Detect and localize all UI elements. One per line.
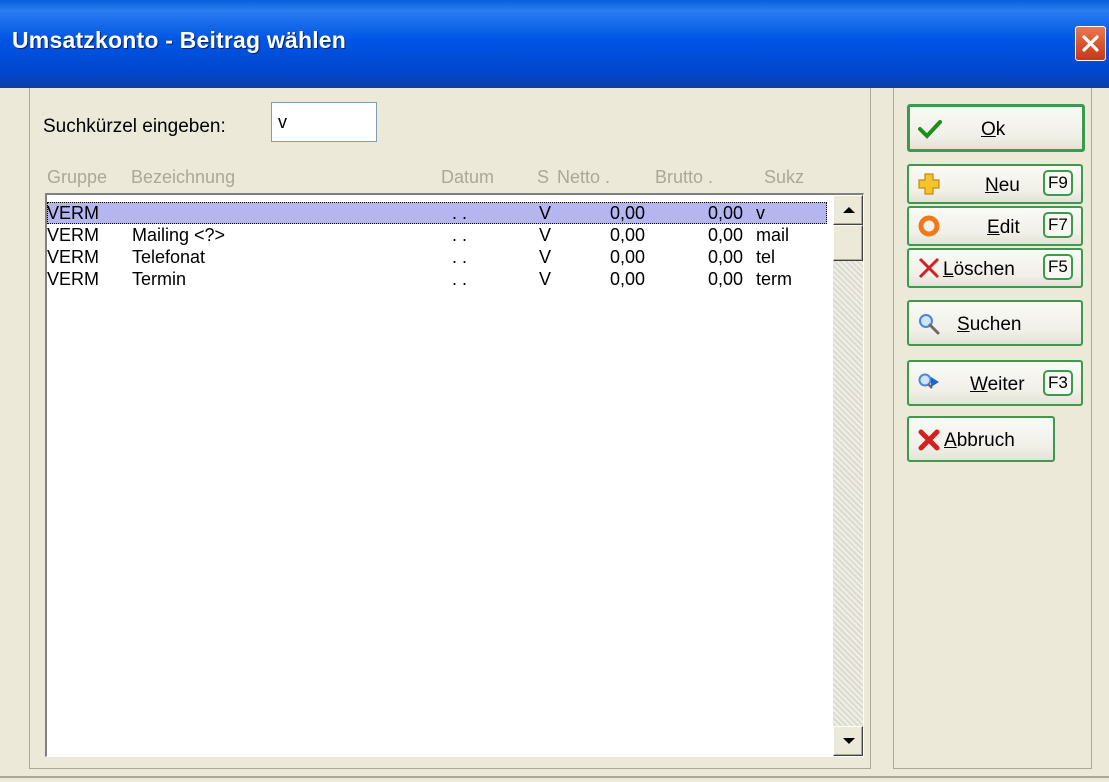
shortcut-f9: F9 bbox=[1043, 170, 1073, 196]
cell-datum: . . bbox=[452, 225, 468, 245]
scroll-up-button[interactable] bbox=[833, 195, 863, 225]
column-header-netto[interactable]: Netto . bbox=[557, 167, 610, 188]
weiter-button[interactable]: Weiter F3 bbox=[907, 360, 1083, 406]
abbruch-button[interactable]: Abbruch bbox=[907, 416, 1055, 462]
column-header-gruppe[interactable]: Gruppe bbox=[47, 167, 107, 188]
close-button[interactable] bbox=[1075, 26, 1106, 61]
ok-label: Ok bbox=[981, 119, 1006, 140]
shortcut-f7: F7 bbox=[1043, 212, 1073, 238]
cell-netto: 0,00 bbox=[610, 247, 646, 267]
arrow-down-icon bbox=[843, 738, 855, 744]
suchen-label: Suchen bbox=[957, 314, 1022, 335]
checkmark-icon bbox=[918, 120, 942, 139]
column-header-datum[interactable]: Datum bbox=[441, 167, 494, 188]
shortcut-f5: F5 bbox=[1043, 254, 1073, 280]
list-row[interactable]: VERM Termin . . V 0,00 0,00 term bbox=[47, 268, 827, 290]
cell-s: V bbox=[539, 247, 552, 267]
arrow-up-icon bbox=[843, 207, 855, 213]
delete-x-icon bbox=[918, 257, 940, 279]
cell-brutto: 0,00 bbox=[708, 225, 744, 245]
column-header-brutto[interactable]: Brutto . bbox=[655, 167, 713, 188]
list-scrollbar[interactable] bbox=[833, 195, 863, 756]
weiter-label: Weiter bbox=[970, 374, 1025, 395]
bottom-edge bbox=[0, 776, 1109, 778]
cell-sukz: v bbox=[756, 203, 765, 223]
list-row[interactable]: VERM Mailing <?> . . V 0,00 0,00 mail bbox=[47, 224, 827, 246]
ok-button[interactable]: Ok bbox=[907, 104, 1085, 152]
cell-brutto: 0,00 bbox=[708, 203, 744, 223]
cell-sukz: term bbox=[756, 269, 792, 289]
cell-brutto: 0,00 bbox=[708, 269, 744, 289]
list-row[interactable]: VERM . . V 0,00 0,00 v bbox=[47, 202, 827, 224]
search-label: Suchkürzel eingeben: bbox=[43, 116, 226, 137]
abbruch-label: Abbruch bbox=[944, 430, 1015, 451]
suchen-button[interactable]: Suchen bbox=[907, 300, 1083, 346]
cell-bezeichnung: Mailing <?> bbox=[132, 225, 226, 245]
dialog-window: Umsatzkonto - Beitrag wählen Suchkürzel … bbox=[0, 0, 1109, 782]
cell-s: V bbox=[539, 225, 552, 245]
edit-circle-icon bbox=[918, 215, 940, 237]
close-icon bbox=[1082, 35, 1099, 52]
cell-bezeichnung: Termin bbox=[132, 269, 187, 289]
cell-gruppe: VERM bbox=[47, 269, 100, 289]
title-bar[interactable]: Umsatzkonto - Beitrag wählen bbox=[0, 0, 1109, 88]
column-header-sukz[interactable]: Sukz bbox=[764, 167, 804, 188]
window-title: Umsatzkonto - Beitrag wählen bbox=[12, 27, 347, 53]
column-header-s[interactable]: S bbox=[537, 167, 549, 188]
loeschen-label: Löschen bbox=[943, 259, 1015, 280]
cell-gruppe: VERM bbox=[47, 203, 100, 223]
cell-bezeichnung: Telefonat bbox=[132, 247, 206, 267]
entry-list[interactable]: VERM . . V 0,00 0,00 v VERM Mailing <?> … bbox=[45, 193, 864, 757]
cell-sukz: tel bbox=[756, 247, 776, 267]
cell-s: V bbox=[539, 203, 552, 223]
neu-button[interactable]: Neu F9 bbox=[907, 164, 1083, 204]
edit-button[interactable]: Edit F7 bbox=[907, 206, 1083, 246]
cell-netto: 0,00 bbox=[610, 269, 646, 289]
cell-datum: . . bbox=[452, 269, 468, 289]
loeschen-button[interactable]: Löschen F5 bbox=[907, 248, 1083, 288]
cell-sukz: mail bbox=[756, 225, 790, 245]
scroll-down-button[interactable] bbox=[833, 726, 863, 756]
edit-label: Edit bbox=[987, 217, 1020, 238]
magnifier-icon bbox=[919, 314, 940, 335]
search-input[interactable] bbox=[271, 102, 377, 142]
cell-netto: 0,00 bbox=[610, 203, 646, 223]
cell-datum: . . bbox=[452, 247, 468, 267]
plus-icon bbox=[918, 173, 940, 195]
cell-gruppe: VERM bbox=[47, 247, 100, 267]
scroll-thumb[interactable] bbox=[833, 225, 863, 261]
list-row[interactable]: VERM Telefonat . . V 0,00 0,00 tel bbox=[47, 246, 827, 268]
cell-datum: . . bbox=[452, 203, 468, 223]
neu-label: Neu bbox=[985, 175, 1020, 196]
cell-s: V bbox=[539, 269, 552, 289]
shortcut-f3: F3 bbox=[1043, 370, 1073, 396]
search-next-icon bbox=[918, 373, 939, 389]
column-header-bezeichnung[interactable]: Bezeichnung bbox=[131, 167, 235, 188]
cancel-x-icon bbox=[918, 429, 940, 451]
cell-brutto: 0,00 bbox=[708, 247, 744, 267]
cell-gruppe: VERM bbox=[47, 225, 100, 245]
cell-netto: 0,00 bbox=[610, 225, 646, 245]
